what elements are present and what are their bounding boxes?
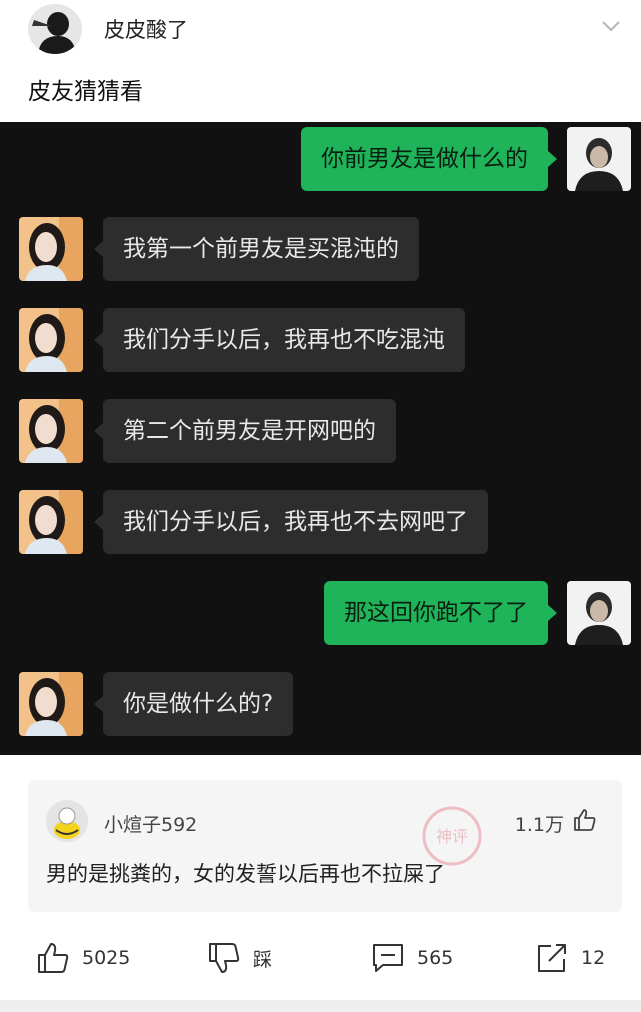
share-icon xyxy=(538,944,566,972)
message-bubble: 你是做什么的? xyxy=(93,672,294,736)
author-avatar[interactable] xyxy=(28,4,82,54)
dislike-button[interactable]: 踩 xyxy=(207,938,272,978)
post-text: 皮友猜猜看 xyxy=(28,79,143,105)
dislike-label: 踩 xyxy=(253,948,273,971)
thumbs-up-icon xyxy=(38,943,69,973)
message-bubble: 我第一个前男友是买混沌的 xyxy=(94,217,419,281)
chat-message-received: 我第一个前男友是买混沌的 xyxy=(0,217,641,281)
thumbs-down-icon xyxy=(209,943,240,973)
girl-avatar xyxy=(19,490,83,554)
comment-text: 男的是挑粪的，女的发誓以后再也不拉屎了 xyxy=(46,862,445,886)
chat-message-received: 我们分手以后，我再也不去网吧了 xyxy=(0,490,641,554)
message-bubble: 第二个前男友是开网吧的 xyxy=(94,399,396,463)
message-bubble: 我们分手以后，我再也不去网吧了 xyxy=(94,490,488,554)
thumbs-up-icon[interactable] xyxy=(572,807,598,833)
comment-bubble-icon xyxy=(373,944,403,972)
message-bubble: 你前男友是做什么的 xyxy=(301,127,557,191)
commenter-avatar[interactable] xyxy=(46,800,88,842)
sender-avatar xyxy=(567,127,631,191)
chevron-down-icon[interactable] xyxy=(599,14,623,38)
message-bubble: 我们分手以后，我再也不吃混沌 xyxy=(94,308,465,372)
top-comment[interactable]: 小煊子592 神评 1.1万 男的是挑粪的，女的发誓以后再也不拉屎了 xyxy=(28,780,622,912)
bottom-divider xyxy=(0,1000,641,1012)
like-button[interactable]: 5025 xyxy=(36,938,130,978)
chat-message-received: 我们分手以后，我再也不吃混沌 xyxy=(0,308,641,372)
post-header: 皮皮酸了 xyxy=(0,0,641,58)
chat-message-received: 第二个前男友是开网吧的 xyxy=(0,399,641,463)
action-bar: 5025 踩 565 12 xyxy=(0,930,641,986)
comment-button[interactable]: 565 xyxy=(371,938,453,978)
comment-count: 565 xyxy=(417,947,454,969)
author-name[interactable]: 皮皮酸了 xyxy=(104,14,188,44)
girl-avatar xyxy=(19,672,83,736)
girl-avatar xyxy=(19,399,83,463)
chat-message-sent: 那这回你跑不了了 xyxy=(0,581,641,645)
chat-message-sent: 你前男友是做什么的 xyxy=(0,127,641,191)
commenter-name[interactable]: 小煊子592 xyxy=(104,810,197,837)
like-count: 5025 xyxy=(82,947,131,969)
share-button[interactable]: 12 xyxy=(535,938,605,978)
stamp-text: 神评 xyxy=(436,827,468,846)
message-bubble: 那这回你跑不了了 xyxy=(324,581,557,645)
girl-avatar xyxy=(19,217,83,281)
sender-avatar xyxy=(567,581,631,645)
girl-avatar xyxy=(19,308,83,372)
chat-screenshot: 你前男友是做什么的 我第一个前男友是买混沌的 我们分手以后，我再也不吃混沌 第二… xyxy=(0,122,641,755)
chat-message-received: 你是做什么的? xyxy=(0,672,641,736)
comment-like-count: 1.1万 xyxy=(514,814,564,836)
share-count: 12 xyxy=(581,947,606,969)
